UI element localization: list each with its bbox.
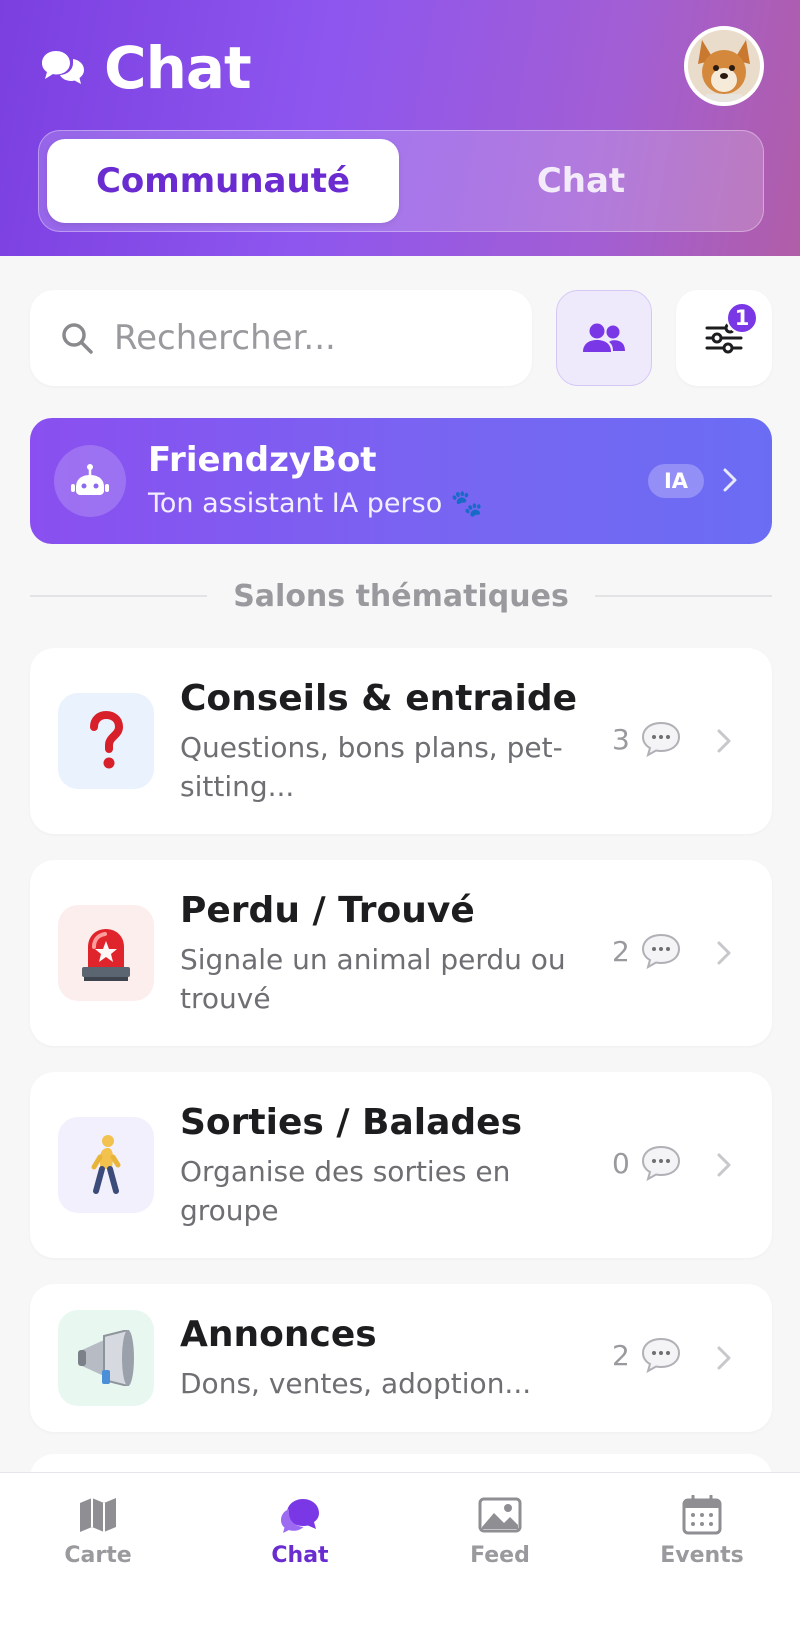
room-count-value: 3: [612, 722, 630, 756]
room-description: Questions, bons plans, pet-sitting...: [180, 731, 563, 803]
room-card[interactable]: Perdu / Trouvé Signale un animal perdu o…: [30, 860, 772, 1046]
room-card[interactable]: Sorties / Balades Organise des sorties e…: [30, 1072, 772, 1258]
calendar-icon: [682, 1495, 722, 1535]
speech-bubble-icon: [641, 933, 680, 970]
room-description: Dons, ventes, adoption...: [180, 1367, 532, 1400]
tab-carte[interactable]: Carte: [28, 1495, 168, 1568]
speech-bubble-icon: [641, 721, 680, 758]
megaphone-icon: [58, 1310, 154, 1406]
tab-chat-nav[interactable]: Chat: [230, 1495, 370, 1568]
image-icon: [478, 1497, 522, 1533]
chevron-right-icon: [723, 468, 737, 492]
room-title: Conseils & entraide: [180, 678, 578, 719]
users-icon: [583, 323, 625, 352]
walking-person-icon: [58, 1117, 154, 1213]
chevron-right-icon: [717, 1346, 731, 1370]
page-title: Chat: [104, 34, 252, 102]
bot-name: FriendzyBot: [148, 440, 377, 480]
tab-bar: Carte Chat Feed Events: [0, 1472, 800, 1640]
room-message-count: 3: [612, 720, 682, 758]
tab-label: Events: [660, 1543, 744, 1568]
chevron-right-icon: [717, 941, 731, 965]
search-input[interactable]: [114, 318, 494, 358]
filter-button[interactable]: 1: [676, 290, 772, 386]
avatar[interactable]: [684, 26, 764, 106]
map-icon: [80, 1498, 116, 1532]
room-message-count: 0: [612, 1144, 682, 1182]
paw-icon: 🐾: [450, 489, 484, 519]
room-card[interactable]: Conseils & entraide Questions, bons plan…: [30, 648, 772, 834]
room-count-value: 2: [612, 1338, 630, 1372]
section-divider: Salons thématiques: [30, 578, 772, 614]
ia-badge: IA: [648, 464, 704, 498]
bot-subtitle-text: Ton assistant IA perso: [148, 488, 443, 519]
app-title: Chat: [40, 34, 252, 102]
tab-label: Feed: [470, 1543, 530, 1568]
room-count-value: 2: [612, 934, 630, 968]
room-count-value: 0: [612, 1146, 630, 1180]
speech-bubble-icon: [641, 1337, 680, 1374]
search-bar: [30, 290, 532, 386]
tab-communaute[interactable]: Communauté: [47, 139, 399, 223]
room-title: Sorties / Balades: [180, 1102, 522, 1143]
siren-icon: [58, 905, 154, 1001]
room-description: Signale un animal perdu ou trouvé: [180, 943, 566, 1015]
friends-button[interactable]: [556, 290, 652, 386]
speech-bubble-icon: [641, 1145, 680, 1182]
chevron-right-icon: [717, 729, 731, 753]
bot-subtitle: Ton assistant IA perso 🐾: [148, 488, 483, 519]
room-message-count: 2: [612, 1336, 682, 1374]
tab-chat[interactable]: Chat: [405, 139, 757, 223]
tab-label: Chat: [271, 1543, 329, 1568]
header: Chat Communauté Chat: [0, 0, 800, 256]
room-card[interactable]: Annonces Dons, ventes, adoption... 2: [30, 1284, 772, 1432]
section-title: Salons thématiques: [233, 578, 569, 614]
chat-bubbles-icon: [281, 1499, 319, 1533]
dog-avatar-icon: [688, 30, 760, 102]
room-description: Organise des sorties en groupe: [180, 1155, 511, 1227]
tab-label: Carte: [64, 1543, 132, 1568]
divider-line-left: [30, 595, 208, 597]
divider-line-right: [594, 595, 772, 597]
question-mark-icon: [58, 693, 154, 789]
chevron-right-icon: [717, 1153, 731, 1177]
tab-feed[interactable]: Feed: [430, 1495, 570, 1568]
robot-icon: [54, 445, 126, 517]
filter-count-badge: 1: [726, 302, 758, 334]
chat-bubbles-icon: [42, 51, 84, 84]
room-title: Perdu / Trouvé: [180, 890, 475, 931]
segmented-control: Communauté Chat: [38, 130, 764, 232]
room-title: Annonces: [180, 1314, 377, 1355]
room-message-count: 2: [612, 932, 682, 970]
friendzybot-card[interactable]: FriendzyBot Ton assistant IA perso 🐾 IA: [30, 418, 772, 544]
tab-events[interactable]: Events: [632, 1495, 772, 1568]
search-icon: [62, 323, 93, 354]
